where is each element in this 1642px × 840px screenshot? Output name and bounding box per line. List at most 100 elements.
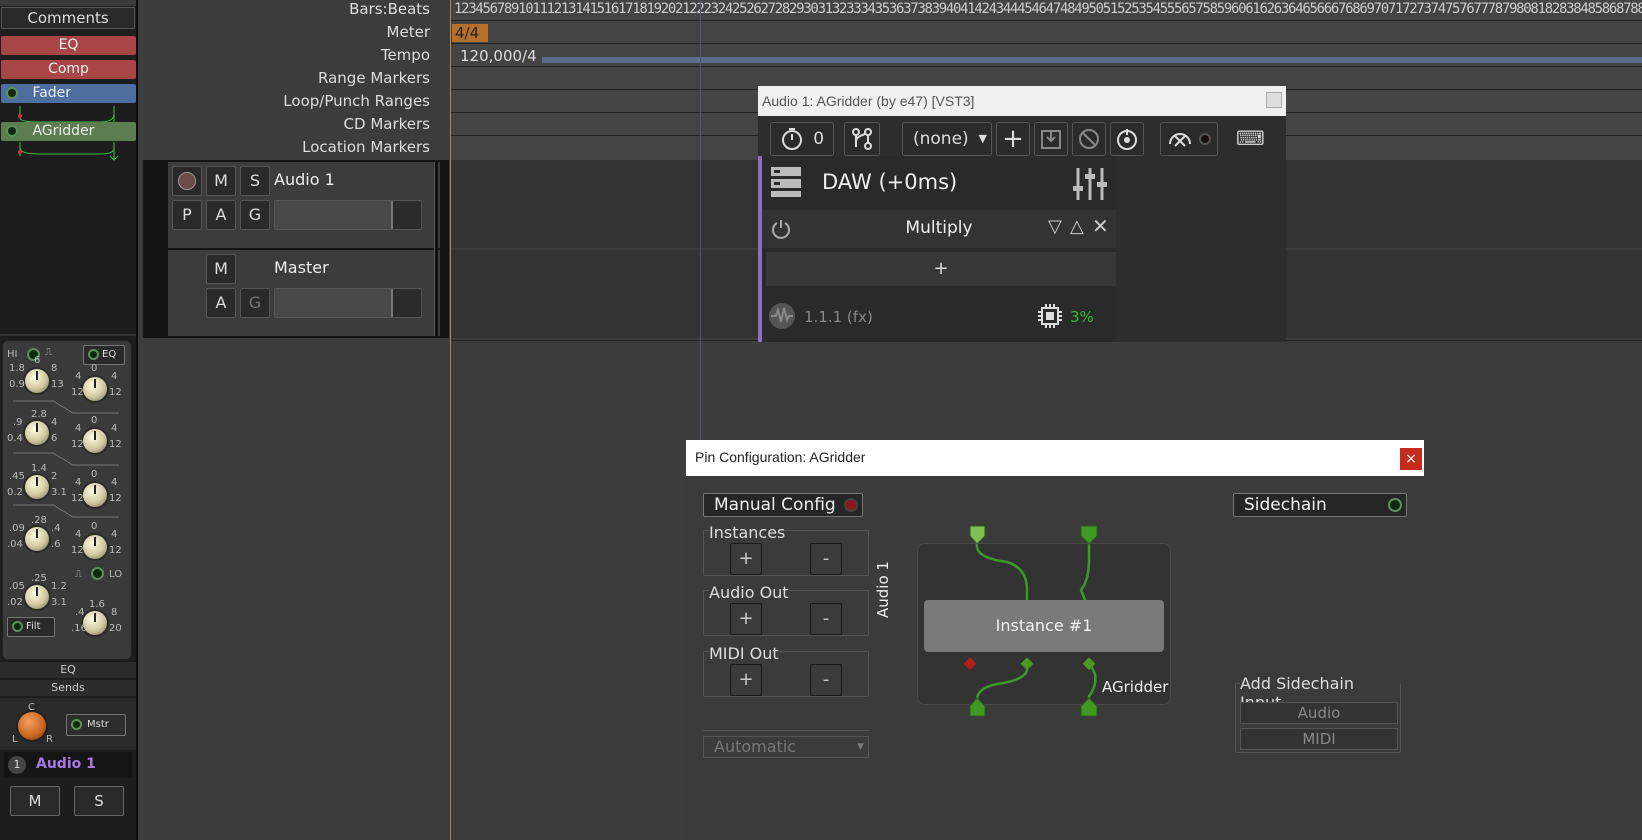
audio-out-label: Audio Out <box>709 583 789 602</box>
version-label: 1.1.1 (fx) <box>804 308 873 326</box>
master-mute-button[interactable]: M <box>206 254 236 284</box>
track-name-button[interactable]: 1 Audio 1 <box>4 752 132 778</box>
tempo-curve <box>542 57 1642 63</box>
daw-label[interactable]: DAW (+0ms) <box>822 170 957 194</box>
instance-block[interactable]: Instance #1 <box>924 600 1164 652</box>
plugin-fader-label: Fader <box>32 85 72 101</box>
agridder-panel: DAW (+0ms) Multiply ▽ △ ✕ + 1.1.1 (fx) 3… <box>758 156 1116 342</box>
preset-select[interactable]: (none) ▼ <box>902 122 992 156</box>
track-header-master[interactable]: M Master A G <box>168 250 440 336</box>
sidechain-button[interactable]: Sidechain <box>1233 493 1407 517</box>
agridder-led-icon[interactable] <box>6 125 18 137</box>
pin-config-window: Pin Configuration: AGridder × Manual Con… <box>686 440 1424 840</box>
remove-instance-button[interactable]: - <box>810 543 842 575</box>
master-automation-button[interactable]: A <box>206 288 236 318</box>
track-name[interactable]: Audio 1 <box>274 170 335 189</box>
ruler-divider <box>450 20 1642 21</box>
track-number-badge: 1 <box>8 756 26 774</box>
strip-mute-button[interactable]: M <box>10 786 60 816</box>
add-sidechain-midi-button[interactable]: MIDI <box>1240 728 1398 750</box>
automation-button[interactable]: A <box>206 200 236 230</box>
tempo-marker[interactable]: 120,000/4 <box>460 47 537 65</box>
add-midi-out-button[interactable]: + <box>730 664 762 696</box>
bypass-icon <box>1117 129 1137 150</box>
tempo-lane[interactable]: 120,000/4 <box>452 47 1642 65</box>
pan-left-label: L <box>12 734 18 745</box>
move-up-icon[interactable]: △ <box>1070 216 1084 237</box>
add-preset-button[interactable]: + <box>996 122 1030 156</box>
master-group-button[interactable]: G <box>240 288 270 318</box>
master-track-name[interactable]: Master <box>274 258 329 277</box>
plugin-eq[interactable]: EQ <box>1 36 136 55</box>
mstr-led-icon[interactable] <box>71 719 82 730</box>
sends-section-label: Sends <box>0 680 136 696</box>
track-name-label: Audio 1 <box>36 756 96 772</box>
ruler-cd-markers-label: CD Markers <box>343 115 430 133</box>
plugin-fader[interactable]: Fader <box>1 84 136 103</box>
solo-button[interactable]: S <box>240 166 270 196</box>
strip-solo-button[interactable]: S <box>74 786 124 816</box>
master-gain-fader[interactable] <box>274 288 422 318</box>
cpu-value: 3% <box>1070 308 1094 326</box>
bypass-button[interactable] <box>1110 122 1144 156</box>
move-down-icon[interactable]: ▽ <box>1048 216 1062 237</box>
plugin-window-titlebar[interactable]: Audio 1: AGridder (by e47) [VST3] <box>758 86 1286 116</box>
latency-button[interactable]: 0 <box>770 122 834 156</box>
add-audio-out-button[interactable]: + <box>730 603 762 635</box>
separator <box>703 730 869 731</box>
midi-out-group: MIDI Out + - <box>703 644 869 697</box>
instances-label: Instances <box>709 523 786 542</box>
filter-toggle-button[interactable]: Filt <box>7 617 55 637</box>
strip-divider <box>0 334 136 336</box>
ruler-loop-punch-label: Loop/Punch Ranges <box>283 92 430 110</box>
generic-ui-button[interactable] <box>1160 122 1218 156</box>
meter-marker[interactable]: 4/4 <box>452 24 488 42</box>
plugin-comp[interactable]: Comp <box>1 60 136 79</box>
group-button[interactable]: G <box>240 200 270 230</box>
effect-row[interactable]: Multiply ▽ △ ✕ <box>762 210 1116 248</box>
ruler-location-markers-label: Location Markers <box>302 138 430 156</box>
server-icon <box>771 167 801 197</box>
record-arm-button[interactable] <box>172 166 202 196</box>
remove-icon[interactable]: ✕ <box>1092 214 1109 238</box>
gain-fader[interactable] <box>274 200 422 230</box>
chevron-down-icon: ▼ <box>978 132 987 145</box>
mixer-settings-icon[interactable] <box>1072 166 1108 202</box>
delete-preset-button[interactable] <box>1072 122 1106 156</box>
track-header-meter <box>434 162 438 336</box>
eq-lo-led-icon[interactable] <box>91 567 104 580</box>
plugin-agridder[interactable]: AGridder <box>1 122 136 141</box>
mute-button[interactable]: M <box>206 166 236 196</box>
keyboard-icon[interactable]: ⌨ <box>1236 126 1265 150</box>
track-header-audio1[interactable]: M S Audio 1 P A G <box>168 162 440 248</box>
strip-top-edge <box>0 0 136 6</box>
plugin-window: Audio 1: AGridder (by e47) [VST3] 0 (non… <box>758 86 1286 342</box>
waveform-logo-icon <box>769 303 795 329</box>
stopwatch-icon <box>781 128 802 150</box>
bars-ruler[interactable]: 1234567891011121314151617181920212223242… <box>454 1 1642 19</box>
mstr-label: Mstr <box>87 719 109 730</box>
comments-button[interactable]: Comments <box>1 7 135 29</box>
lowshelf-icon: ⎍ <box>75 569 82 580</box>
add-sidechain-audio-button[interactable]: Audio <box>1240 702 1398 724</box>
preset-value: (none) <box>913 129 969 149</box>
remove-midi-out-button[interactable]: - <box>810 664 842 696</box>
manual-config-button[interactable]: Manual Config <box>703 493 863 517</box>
master-send-button[interactable]: Mstr <box>66 714 126 736</box>
playlist-button[interactable]: P <box>172 200 202 230</box>
strict-io-select[interactable]: Automatic ▼ <box>703 736 869 758</box>
plugin-close-icon[interactable] <box>1266 92 1282 108</box>
fader-led-icon[interactable] <box>6 87 18 99</box>
save-preset-button[interactable] <box>1034 122 1068 156</box>
close-button[interactable]: × <box>1400 448 1422 470</box>
midi-out-label: MIDI Out <box>709 644 779 663</box>
plus-icon: + <box>1002 124 1024 154</box>
add-instance-button[interactable]: + <box>730 543 762 575</box>
routing-button[interactable] <box>844 122 880 156</box>
strict-io-value: Automatic <box>714 737 797 756</box>
remove-audio-out-button[interactable]: - <box>810 603 842 635</box>
pan-knob[interactable] <box>18 712 46 740</box>
pin-config-titlebar[interactable]: Pin Configuration: AGridder × <box>686 440 1424 476</box>
session-start-line <box>450 0 451 840</box>
add-effect-button[interactable]: + <box>766 252 1116 286</box>
